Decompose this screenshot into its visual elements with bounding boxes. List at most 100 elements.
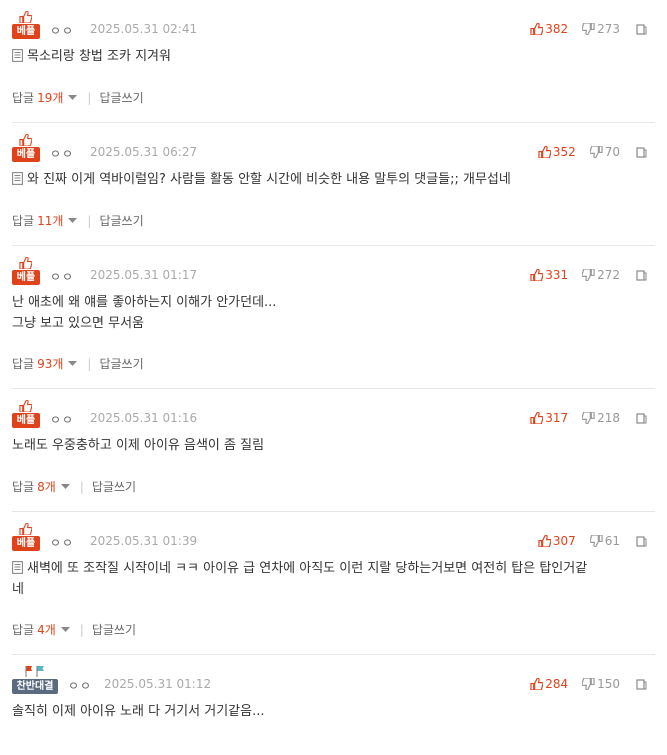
divider: |	[87, 90, 92, 105]
downvote-button[interactable]: 218	[582, 411, 620, 425]
author-nick[interactable]: ㅇㅇ	[50, 22, 74, 39]
author-nick[interactable]: ㅇㅇ	[50, 268, 74, 285]
comment-date: 2025.05.31 01:39	[90, 534, 198, 548]
vote-group: 331 272	[516, 268, 647, 282]
author-nick[interactable]: ㅇㅇ	[50, 145, 74, 162]
comment-meta: 베플 ㅇㅇ 2025.05.31 01:39 307 61	[12, 523, 655, 554]
debate-badge-label: 찬반대결	[12, 679, 58, 694]
reply-count: 8개	[37, 480, 56, 494]
caret-down-icon[interactable]	[60, 484, 70, 489]
best-badge-label: 베플	[12, 24, 40, 39]
thumbs-up-icon	[530, 269, 544, 281]
report-icon[interactable]	[636, 678, 647, 690]
comment-text: 와 진짜 이게 역바이럴임? 사람들 활동 안할 시간에 비슷한 내용 말투의 …	[27, 172, 511, 187]
caret-down-icon[interactable]	[68, 218, 78, 223]
comment-meta: 베플 ㅇㅇ 2025.05.31 01:17 331 272	[12, 257, 655, 288]
vote-group: 284 150	[516, 677, 647, 691]
report-icon[interactable]	[636, 412, 647, 424]
comment-date: 2025.05.31 06:27	[90, 145, 198, 159]
comment-footer: 답글 93개 | 답글쓰기	[12, 355, 144, 372]
write-reply-button[interactable]: 답글쓰기	[92, 478, 136, 495]
reply-label: 답글	[12, 623, 35, 637]
downvote-button[interactable]: 273	[582, 22, 620, 36]
thumbs-up-icon	[530, 23, 544, 35]
downvote-button[interactable]: 272	[582, 268, 620, 282]
vote-group: 352 70	[524, 145, 647, 159]
upvote-button[interactable]: 317	[530, 411, 568, 425]
report-icon[interactable]	[636, 146, 647, 158]
upvote-button[interactable]: 331	[530, 268, 568, 282]
document-icon	[12, 561, 23, 574]
thumbs-up-icon	[19, 400, 32, 412]
best-badge-label: 베플	[12, 536, 40, 551]
comment-text-line: 난 애초에 왜 얘를 좋아하는지 이해가 안가던데...	[12, 295, 277, 310]
upvote-count: 352	[552, 145, 576, 159]
upvote-button[interactable]: 307	[538, 534, 576, 548]
downvote-button[interactable]: 150	[582, 677, 620, 691]
downvote-button[interactable]: 70	[589, 145, 620, 159]
author-nick[interactable]: ㅇㅇ	[50, 411, 74, 428]
comment-meta: 베플 ㅇㅇ 2025.05.31 06:27 352 70	[12, 134, 655, 165]
comment-item: 베플 ㅇㅇ 2025.05.31 06:27 352 70 와 진짜 이게 역바…	[12, 123, 655, 246]
comment-meta: 찬반대결 ㅇㅇ 2025.05.31 01:12 284 150	[12, 666, 655, 697]
downvote-count: 272	[597, 268, 620, 282]
upvote-count: 331	[545, 268, 569, 282]
reply-count: 19개	[37, 91, 64, 105]
reply-toggle[interactable]: 답글 11개	[12, 212, 63, 229]
comment-meta: 베플 ㅇㅇ 2025.05.31 02:41 382 273	[12, 11, 655, 42]
comment-body: 노래도 우중충하고 이제 아이유 음색이 좀 질림	[12, 435, 647, 456]
debate-badge: 찬반대결	[12, 666, 58, 694]
reply-toggle[interactable]: 답글 93개	[12, 355, 63, 372]
author-nick[interactable]: ㅇㅇ	[68, 677, 92, 694]
comment-date: 2025.05.31 01:16	[90, 411, 198, 425]
caret-down-icon[interactable]	[68, 361, 78, 366]
write-reply-button[interactable]: 답글쓰기	[99, 355, 143, 372]
best-badge: 베플	[12, 257, 40, 285]
write-reply-button[interactable]: 답글쓰기	[92, 621, 136, 638]
comment-item: 베플 ㅇㅇ 2025.05.31 01:17 331 272 난 애초에 왜 얘…	[12, 246, 655, 389]
caret-down-icon[interactable]	[68, 95, 78, 100]
thumbs-up-icon	[19, 523, 32, 535]
thumbs-down-icon	[582, 412, 595, 424]
comment-text: 솔직히 이제 아이유 노래 다 거기서 거기같음...	[12, 704, 265, 719]
reply-label: 답글	[12, 357, 35, 371]
report-icon[interactable]	[636, 23, 647, 35]
author-nick[interactable]: ㅇㅇ	[50, 534, 74, 551]
downvote-count: 218	[597, 411, 620, 425]
comment-meta: 베플 ㅇㅇ 2025.05.31 01:16 317 218	[12, 400, 655, 431]
best-badge: 베플	[12, 11, 40, 39]
best-badge: 베플	[12, 400, 40, 428]
downvote-button[interactable]: 61	[589, 534, 620, 548]
report-icon[interactable]	[636, 269, 647, 281]
upvote-count: 284	[545, 677, 569, 691]
comment-footer: 답글 19개 | 답글쓰기	[12, 89, 144, 106]
report-icon[interactable]	[636, 535, 647, 547]
upvote-button[interactable]: 382	[530, 22, 568, 36]
caret-down-icon[interactable]	[60, 627, 70, 632]
reply-toggle[interactable]: 답글 4개	[12, 621, 56, 638]
upvote-button[interactable]: 284	[530, 677, 568, 691]
comment-footer: 답글 8개 | 답글쓰기	[12, 478, 136, 495]
write-reply-button[interactable]: 답글쓰기	[99, 89, 143, 106]
reply-toggle[interactable]: 답글 19개	[12, 89, 63, 106]
comment-item: 찬반대결 ㅇㅇ 2025.05.31 01:12 284 150 솔직히 이제 …	[12, 655, 655, 755]
comment-footer: 답글 4개 | 답글쓰기	[12, 621, 136, 638]
thumbs-up-icon	[19, 11, 32, 23]
best-badge-label: 베플	[12, 413, 40, 428]
reply-toggle[interactable]: 답글 8개	[12, 478, 56, 495]
thumbs-up-icon	[538, 146, 551, 158]
downvote-count: 61	[604, 534, 620, 548]
comment-date: 2025.05.31 01:17	[90, 268, 198, 282]
upvote-count: 307	[552, 534, 576, 548]
comment-text-line: 네	[12, 582, 24, 597]
document-icon	[12, 172, 23, 185]
comment-body: 난 애초에 왜 얘를 좋아하는지 이해가 안가던데... 그냥 보고 있으면 무…	[12, 292, 647, 334]
comment-body: 솔직히 이제 아이유 노래 다 거기서 거기같음...	[12, 701, 647, 722]
thumbs-down-icon	[582, 23, 595, 35]
upvote-button[interactable]: 352	[538, 145, 576, 159]
vote-group: 307 61	[524, 534, 647, 548]
write-reply-button[interactable]: 답글쓰기	[99, 212, 143, 229]
comment-text: 목소리랑 창법 조카 지겨워	[27, 49, 171, 64]
best-badge: 베플	[12, 523, 40, 551]
comment-item: 베플 ㅇㅇ 2025.05.31 02:41 382 273 목소리랑 창법 조…	[12, 0, 655, 123]
